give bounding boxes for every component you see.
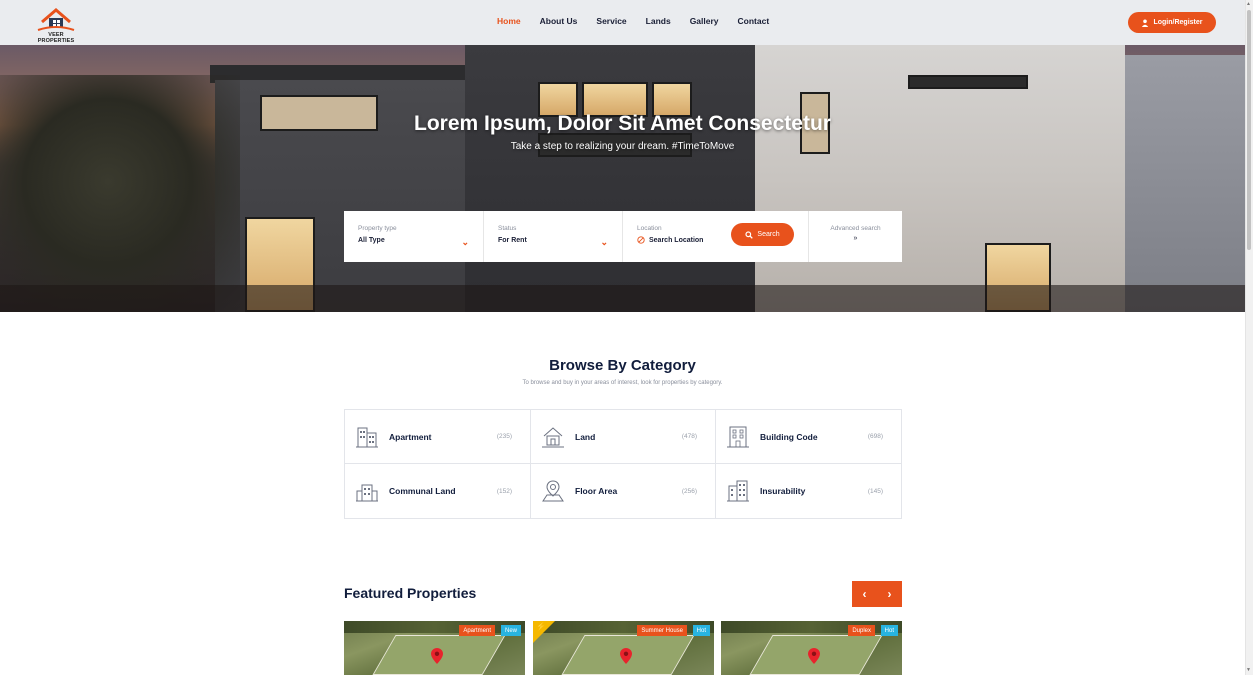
category-count: (152) — [496, 487, 512, 495]
status-label: Status — [498, 225, 517, 232]
category-name: Building Code — [760, 431, 818, 442]
category-building-code[interactable]: Building Code (698) — [716, 410, 901, 464]
category-land[interactable]: Land (478) — [531, 410, 716, 464]
browse-subtitle: To browse and buy in your areas of inter… — [522, 380, 723, 386]
chevron-right-icon[interactable]: › — [888, 587, 892, 601]
building-icon — [727, 426, 749, 447]
nav-home[interactable]: Home — [497, 16, 521, 26]
property-flag-badge: New — [500, 625, 521, 636]
hero-building-far — [1125, 55, 1245, 312]
category-name: Land — [575, 431, 596, 442]
location-target-icon — [637, 236, 645, 244]
nav-service[interactable]: Service — [596, 16, 626, 26]
hero-subtitle: Take a step to realizing your dream. #Ti… — [510, 141, 735, 152]
floor-area-pin-icon — [542, 480, 564, 502]
main-nav: Home About Us Service Lands Gallery Cont… — [497, 16, 788, 26]
search-button-label: Search — [757, 231, 780, 238]
property-flag-badge: Hot — [692, 625, 710, 636]
property-card[interactable]: Duplex Hot — [721, 621, 902, 675]
property-type-select[interactable]: Property type All Type ⌄ — [344, 211, 484, 262]
category-name: Apartment — [389, 431, 432, 442]
lightning-icon: ⚡ — [536, 622, 546, 631]
chevron-left-icon[interactable]: ‹ — [863, 587, 867, 601]
chevron-down-icon: ⌄ — [461, 237, 469, 247]
hero-ground — [0, 285, 1245, 312]
featured-carousel-controls: ‹ › — [852, 581, 902, 607]
category-name: Floor Area — [575, 486, 618, 496]
category-grid: Apartment (235) Land (478) Building Code… — [344, 409, 902, 519]
category-apartment[interactable]: Apartment (235) — [345, 410, 531, 464]
property-card[interactable]: ⚡ Summer House Hot — [533, 621, 714, 675]
scrollbar-thumb[interactable] — [1247, 10, 1251, 250]
location-field: Location Search Location Search — [623, 211, 809, 262]
search-button[interactable]: Search — [731, 223, 794, 246]
status-select[interactable]: Status For Rent ⌄ — [484, 211, 623, 262]
property-type-label: Property type — [358, 225, 397, 232]
nav-contact[interactable]: Contact — [738, 16, 770, 26]
hero-banner — [0, 45, 1245, 312]
house-logo-icon — [37, 8, 75, 31]
search-icon — [745, 230, 754, 239]
property-flag-badge: Hot — [880, 625, 898, 636]
nav-gallery[interactable]: Gallery — [690, 16, 719, 26]
double-chevron-down-icon: » — [853, 235, 858, 242]
property-type-badge: Summer House — [637, 625, 687, 636]
property-search-form: Property type All Type ⌄ Status For Rent… — [344, 211, 902, 262]
category-count: (698) — [867, 433, 883, 440]
category-count: (145) — [867, 487, 883, 495]
user-icon — [1142, 19, 1149, 27]
hero-title: Lorem Ipsum, Dolor Sit Amet Consectetur — [414, 112, 831, 135]
category-floor-area[interactable]: Floor Area (256) — [531, 464, 716, 518]
nav-lands[interactable]: Lands — [646, 16, 671, 26]
brand-logo[interactable]: VEER PROPERTIES — [30, 4, 82, 44]
nav-about-us[interactable]: About Us — [540, 16, 578, 26]
office-building-icon — [727, 480, 749, 502]
brand-name: VEER PROPERTIES — [37, 32, 75, 44]
property-card[interactable]: Apartment New — [344, 621, 525, 675]
status-value: For Rent — [498, 237, 527, 244]
map-pin-icon — [431, 648, 443, 664]
communal-building-icon — [356, 484, 378, 502]
category-count: (235) — [496, 433, 512, 440]
apartment-icon — [356, 427, 378, 447]
property-type-value: All Type — [358, 237, 385, 244]
advanced-search-toggle[interactable]: Advanced search » — [809, 211, 902, 262]
property-type-badge: Apartment — [459, 625, 495, 636]
property-type-badge: Duplex — [848, 625, 875, 636]
category-count: (478) — [681, 433, 697, 440]
category-insurability[interactable]: Insurability (145) — [716, 464, 901, 518]
login-register-label: Login/Register — [1153, 19, 1203, 26]
card-image-trees — [344, 621, 525, 633]
map-pin-icon — [620, 648, 632, 664]
featured-title: Featured Properties — [344, 585, 477, 601]
hero-window — [908, 75, 1028, 89]
scroll-up-arrow-icon[interactable]: ▲ — [1246, 1, 1251, 7]
chevron-down-icon: ⌄ — [600, 237, 608, 247]
scroll-down-arrow-icon[interactable]: ▼ — [1246, 667, 1251, 673]
location-placeholder: Search Location — [649, 236, 704, 244]
category-name: Communal Land — [389, 486, 456, 496]
category-communal-land[interactable]: Communal Land (152) — [345, 464, 531, 518]
advanced-search-label: Advanced search — [830, 225, 881, 232]
login-register-button[interactable]: Login/Register — [1128, 12, 1216, 33]
category-name: Insurability — [760, 486, 806, 496]
site-header: VEER PROPERTIES Home About Us Service La… — [0, 0, 1245, 45]
browse-title: Browse By Category — [549, 357, 696, 374]
house-land-icon — [542, 426, 564, 447]
map-pin-icon — [808, 648, 820, 664]
category-count: (256) — [681, 487, 697, 495]
hero-tree — [0, 75, 240, 312]
